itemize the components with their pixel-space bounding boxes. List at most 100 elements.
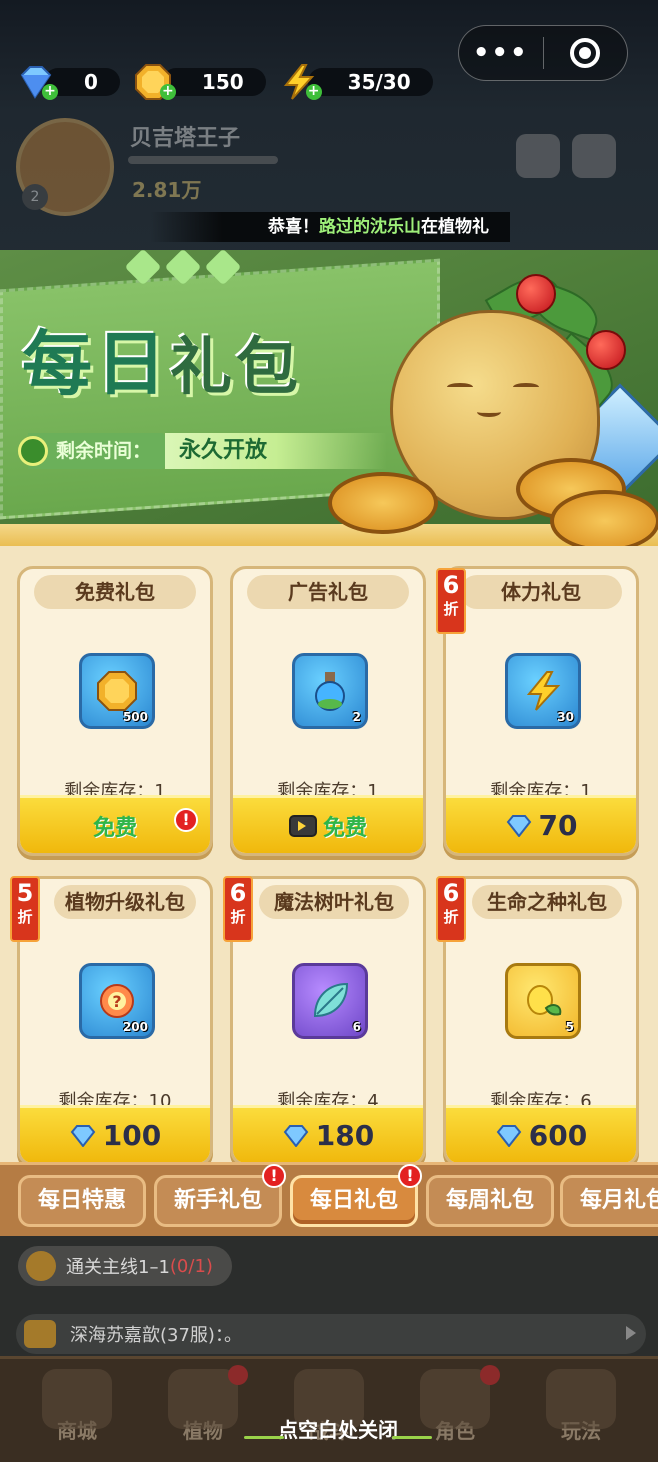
resource-bar: + 0 + 150 + 35/30 xyxy=(16,60,433,104)
quest-tracker[interactable]: 通关主线1–1 (0/1) xyxy=(18,1246,232,1286)
timer-label: 剩余时间： xyxy=(28,433,166,469)
quest-text: 通关主线1–1 xyxy=(66,1257,170,1278)
mystery-flower-icon: ? 200 xyxy=(79,963,155,1039)
banner-stars xyxy=(124,248,250,286)
item-quantity: 200 xyxy=(122,1020,148,1034)
gift-tabs: 每日特惠 新手礼包 每日礼包 每周礼包 每月礼包 xyxy=(0,1162,658,1236)
card-title: 免费礼包 xyxy=(34,575,196,609)
diamond-icon xyxy=(70,1124,96,1147)
add-gem-icon[interactable]: + xyxy=(42,84,58,100)
tab-weekly-gift[interactable]: 每周礼包 xyxy=(426,1175,554,1227)
more-menu-button[interactable]: ••• xyxy=(459,38,543,68)
potato-mascot-image xyxy=(328,265,658,550)
life-seed-icon: 5 xyxy=(505,963,581,1039)
tap-blank-to-close-hint[interactable]: 点空白处关闭 xyxy=(244,1410,432,1450)
coin-stack-icon xyxy=(328,472,438,534)
item-quantity: 30 xyxy=(557,710,574,724)
price-label: 70 xyxy=(538,809,578,842)
card-title: 生命之种礼包 xyxy=(472,885,622,919)
discount-tag: 6折 xyxy=(436,568,466,634)
item-quantity: 500 xyxy=(122,710,148,724)
tv-icon xyxy=(288,814,317,837)
banner-title-big: 每日 xyxy=(22,323,170,405)
close-miniprogram-button[interactable] xyxy=(544,38,628,68)
item-quantity: 6 xyxy=(352,1020,361,1034)
player-side-icons xyxy=(516,134,616,178)
watch-ad-button[interactable]: 免费 xyxy=(233,795,423,853)
notification-dot xyxy=(480,1365,500,1385)
gift-card-energy[interactable]: 体力礼包 30 剩余库存：1 70 xyxy=(443,566,639,856)
coin-count: 150 xyxy=(161,68,266,96)
quest-progress: (0/1) xyxy=(169,1255,213,1277)
price-label: 180 xyxy=(315,1119,375,1152)
buy-plant-upgrade-button[interactable]: 100 xyxy=(20,1105,210,1162)
clock-icon xyxy=(18,436,48,466)
chat-bar[interactable]: 深海苏嘉歆(37服)：。 xyxy=(16,1314,646,1354)
diamond-icon xyxy=(496,1124,522,1147)
banner-title-small: 礼包 xyxy=(170,330,303,403)
gift-card-ad[interactable]: 广告礼包 2 剩余库存：1 免费 xyxy=(230,566,426,856)
banner-title: 每日礼包 xyxy=(22,308,302,409)
buy-magic-leaf-button[interactable]: 180 xyxy=(233,1105,423,1162)
gamepad-icon xyxy=(572,134,616,178)
discount-tag: 6折 xyxy=(223,876,253,942)
gift-card-plant-upgrade[interactable]: 植物升级礼包 ? 200 剩余库存：10 100 xyxy=(17,876,213,1162)
energy-pack-icon: 30 xyxy=(505,653,581,729)
gift-panel: 免费礼包 500 剩余库存：1 免费 ! 广告礼包 2 剩余库存：1 免费 体力… xyxy=(0,546,658,1162)
svg-text:?: ? xyxy=(112,992,121,1011)
tab-newbie-gift[interactable]: 新手礼包 xyxy=(154,1175,282,1227)
miniprogram-capsule: ••• xyxy=(458,25,628,81)
tab-monthly-gift[interactable]: 每月礼包 xyxy=(560,1175,658,1227)
discount-tag: 6折 xyxy=(436,876,466,942)
task-icon xyxy=(516,134,560,178)
player-name: 贝吉塔王子 xyxy=(130,126,241,151)
magic-leaf-icon: 6 xyxy=(292,963,368,1039)
energy-resource[interactable]: + 35/30 xyxy=(280,60,433,104)
daily-gift-banner: 每日礼包 剩余时间： 永久开放 xyxy=(0,230,658,550)
player-level: 2 xyxy=(22,184,48,210)
card-title: 体力礼包 xyxy=(460,575,622,609)
gift-card-life-seed[interactable]: 生命之种礼包 5 剩余库存：6 600 xyxy=(443,876,639,1162)
card-title: 植物升级礼包 xyxy=(54,885,196,919)
chat-text: 深海苏嘉歆(37服)：。 xyxy=(70,1325,242,1346)
buy-life-seed-button[interactable]: 600 xyxy=(446,1105,636,1162)
item-quantity: 2 xyxy=(352,710,361,724)
price-label: 免费 xyxy=(322,815,367,841)
price-label: 600 xyxy=(528,1119,588,1152)
diamond-icon xyxy=(283,1124,309,1147)
add-coin-icon[interactable]: + xyxy=(159,84,176,100)
add-energy-icon[interactable]: + xyxy=(305,84,322,100)
potion-icon: 2 xyxy=(292,653,368,729)
chat-icon xyxy=(24,1320,56,1348)
quest-icon xyxy=(26,1251,56,1281)
nav-shop[interactable]: 商城 xyxy=(22,1369,132,1459)
energy-count: 35/30 xyxy=(307,68,433,96)
card-title: 广告礼包 xyxy=(247,575,409,609)
discount-tag: 5折 xyxy=(10,876,40,942)
alert-badge-icon: ! xyxy=(174,808,198,832)
remaining-time: 剩余时间： 永久开放 xyxy=(18,432,388,470)
nav-gameplay[interactable]: 玩法 xyxy=(526,1369,636,1459)
target-icon xyxy=(570,38,601,68)
shop-icon xyxy=(42,1369,112,1429)
price-label: 100 xyxy=(102,1119,162,1152)
tab-daily-gift[interactable]: 每日礼包 xyxy=(290,1175,418,1227)
alert-badge-icon: ! xyxy=(262,1164,286,1188)
player-info: 2 贝吉塔王子 2.81万 xyxy=(16,118,616,218)
gift-card-magic-leaf[interactable]: 魔法树叶礼包 6 剩余库存：4 180 xyxy=(230,876,426,1162)
player-power: 2.81万 xyxy=(132,178,202,202)
buy-energy-button[interactable]: 70 xyxy=(446,795,636,853)
alert-badge-icon: ! xyxy=(398,1164,422,1188)
exp-bar xyxy=(128,156,278,164)
price-label: 免费 xyxy=(92,815,137,841)
berry-icon xyxy=(516,274,556,314)
card-title: 魔法树叶礼包 xyxy=(259,885,409,919)
nav-plants[interactable]: 植物 xyxy=(148,1365,258,1459)
tab-daily-deal[interactable]: 每日特惠 xyxy=(18,1175,146,1227)
gameplay-icon xyxy=(546,1369,616,1429)
gem-resource[interactable]: + 0 xyxy=(16,60,120,104)
item-quantity: 5 xyxy=(565,1020,574,1034)
coin-resource[interactable]: + 150 xyxy=(134,60,266,104)
timer-value: 永久开放 xyxy=(165,433,388,469)
notification-dot xyxy=(228,1365,248,1385)
